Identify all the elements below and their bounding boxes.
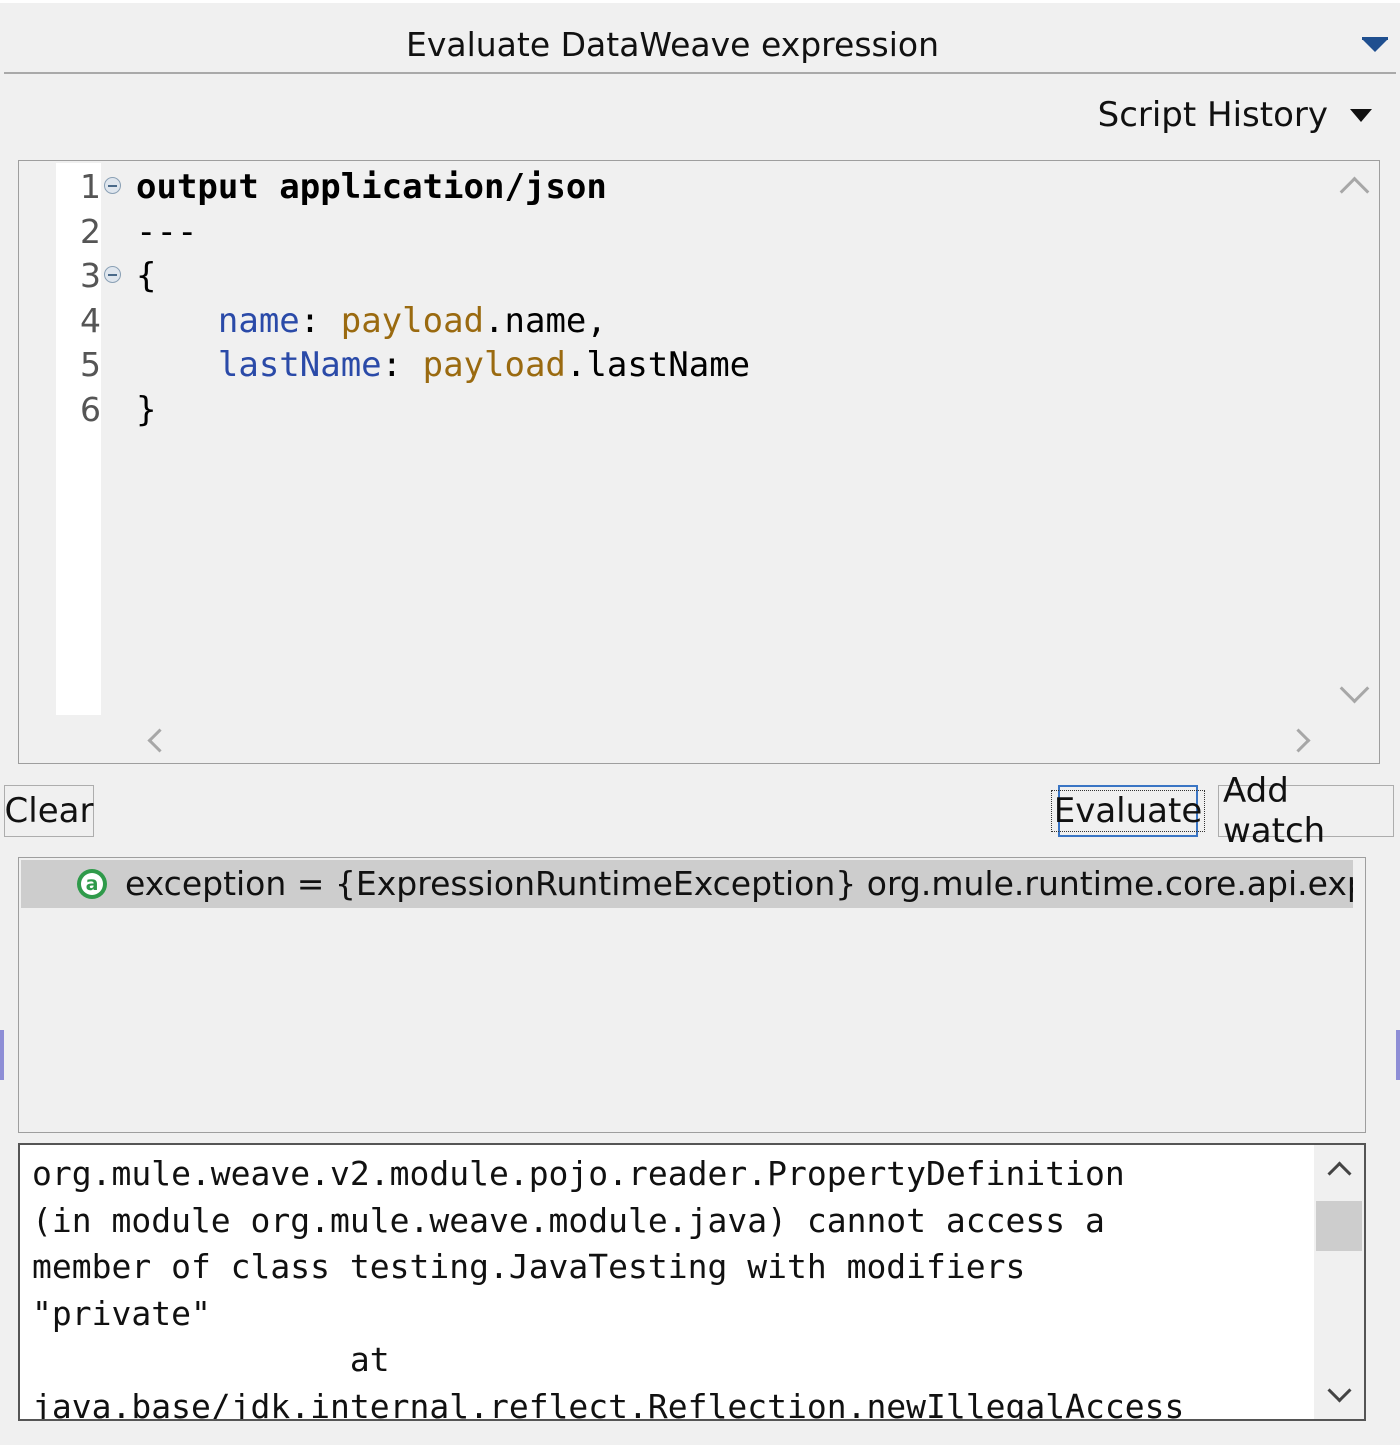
view-menu-icon[interactable] xyxy=(1362,39,1388,52)
scroll-down-icon[interactable] xyxy=(1339,673,1370,704)
code-text: output application/json xyxy=(136,165,607,209)
line-number: 2 xyxy=(80,211,101,251)
line-number: 4 xyxy=(80,300,101,340)
clear-button[interactable]: Clear xyxy=(4,785,94,837)
right-edge-marker xyxy=(1396,1030,1400,1080)
script-history-label: Script History xyxy=(1097,95,1328,135)
expression-editor[interactable]: 1 output application/json 2 --- 3{4 name: pa… xyxy=(18,160,1380,764)
detail-pane[interactable]: org.mule.weave.v2.module.pojo.reader.Pro… xyxy=(18,1143,1366,1421)
code-token: : xyxy=(381,345,423,386)
detail-text[interactable]: org.mule.weave.v2.module.pojo.reader.Pro… xyxy=(32,1151,1312,1419)
code-line[interactable]: 1 output application/json xyxy=(56,165,1329,209)
code-token: name xyxy=(217,300,300,341)
chevron-down-icon xyxy=(1350,108,1372,122)
code-line[interactable]: 3{ xyxy=(56,254,1329,298)
scroll-right-icon[interactable] xyxy=(1286,728,1311,753)
dialog-title-bar: Evaluate DataWeave expression xyxy=(0,3,1400,73)
line-number: 6 xyxy=(80,390,101,429)
result-row-exception[interactable]: a exception = {ExpressionRuntimeExceptio… xyxy=(21,860,1353,908)
title-separator xyxy=(4,72,1396,74)
code-token: .lastName xyxy=(565,345,751,386)
code-text: name: payload.name, xyxy=(136,299,607,343)
variable-icon: a xyxy=(77,869,107,899)
fold-collapse-icon[interactable] xyxy=(104,266,121,284)
code-line[interactable]: 2 --- xyxy=(56,210,1329,254)
result-tree[interactable]: a exception = {ExpressionRuntimeExceptio… xyxy=(18,857,1366,1133)
code-token: payload xyxy=(422,345,566,386)
code-token: payload xyxy=(340,300,485,341)
scroll-up-icon[interactable] xyxy=(1339,176,1370,207)
code-token: { xyxy=(136,256,157,297)
code-text: lastName: payload.lastName xyxy=(136,343,750,387)
code-line[interactable]: 6} xyxy=(56,388,1329,432)
code-line[interactable]: 4 name: payload.name, xyxy=(56,299,1329,343)
script-history-dropdown[interactable]: Script History xyxy=(1098,93,1372,137)
code-token: .name, xyxy=(484,300,607,341)
scroll-left-icon[interactable] xyxy=(147,728,172,753)
evaluate-button-label: Evaluate xyxy=(1050,790,1206,832)
add-watch-button[interactable]: Add watch xyxy=(1218,771,1394,851)
code-token: output application/json xyxy=(136,167,607,207)
dialog-title: Evaluate DataWeave expression xyxy=(406,25,939,64)
code-text: --- xyxy=(136,210,197,254)
clear-button-label: Clear xyxy=(4,791,94,831)
editor-text-area[interactable]: 1 output application/json 2 --- 3{4 name: pa… xyxy=(56,163,1329,715)
line-number: 5 xyxy=(80,345,101,385)
left-edge-marker xyxy=(0,1030,4,1080)
code-text: } xyxy=(136,388,156,432)
code-line[interactable]: 5 lastName: payload.lastName xyxy=(56,343,1329,387)
evaluate-button[interactable]: Evaluate xyxy=(1050,785,1206,837)
detail-scrollbar-thumb[interactable] xyxy=(1316,1201,1362,1251)
code-token: } xyxy=(136,390,157,430)
code-token: --- xyxy=(136,211,198,252)
add-watch-button-label: Add watch xyxy=(1223,771,1326,851)
code-token: : xyxy=(299,300,341,341)
variable-icon-letter: a xyxy=(81,873,103,895)
fold-collapse-icon[interactable] xyxy=(104,177,121,194)
code-token: lastName xyxy=(217,345,382,386)
result-row-text: exception = {ExpressionRuntimeException}… xyxy=(125,864,1353,903)
code-text: { xyxy=(136,254,156,298)
